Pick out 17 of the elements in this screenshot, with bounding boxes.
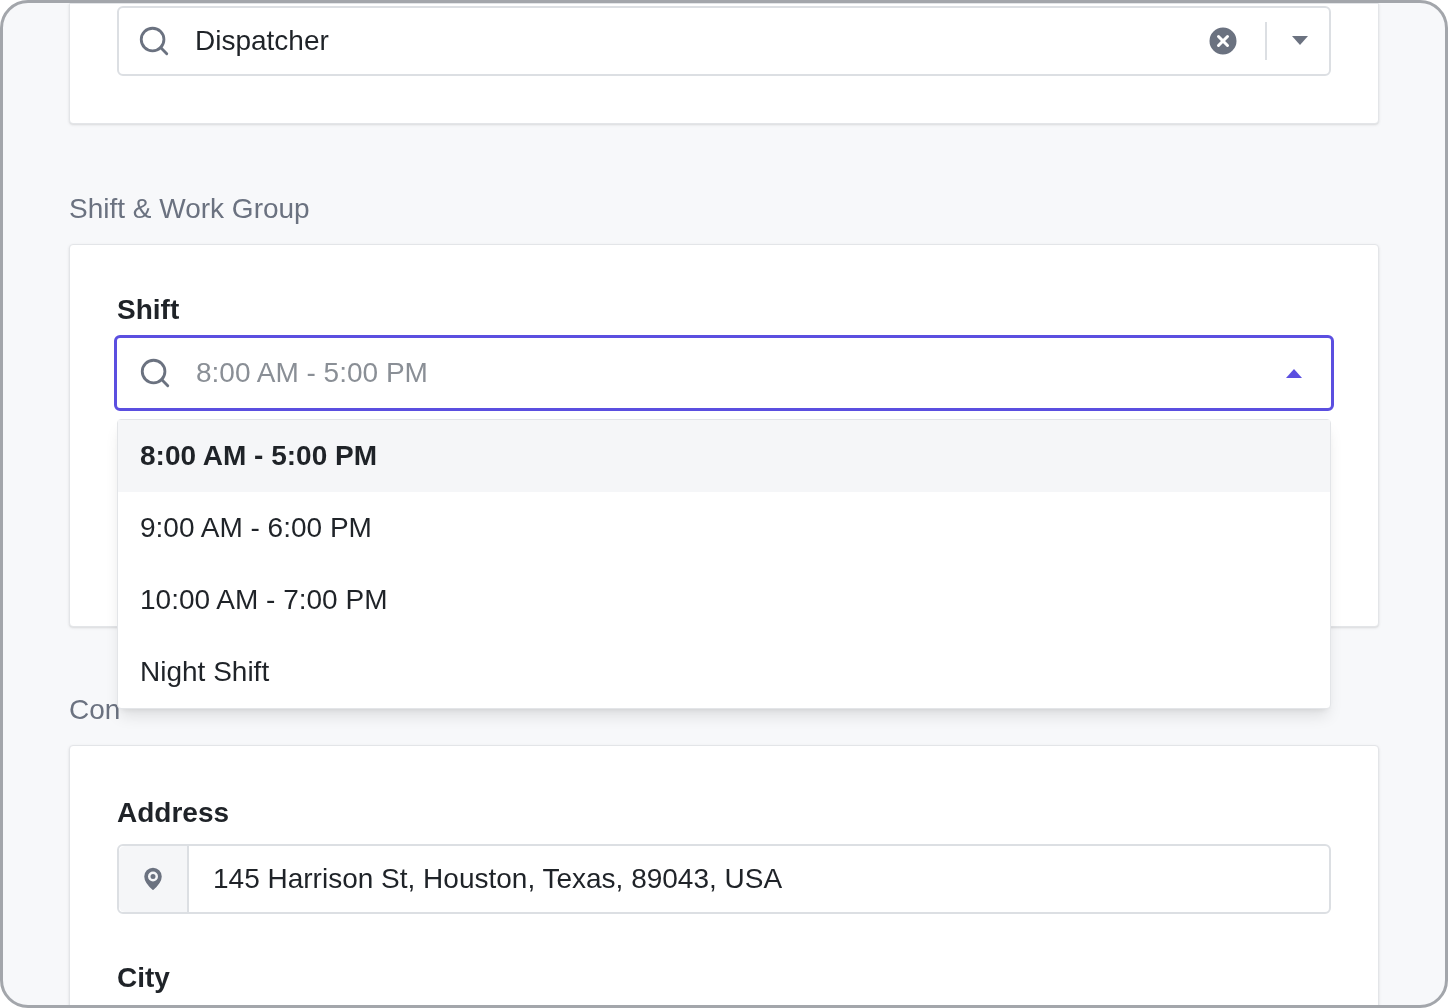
select-value: Dispatcher bbox=[195, 24, 330, 58]
dropdown-option[interactable]: 8:00 AM - 5:00 PM bbox=[118, 420, 1330, 492]
search-icon bbox=[138, 356, 172, 390]
search-icon bbox=[137, 24, 171, 58]
field-label: City bbox=[117, 962, 171, 994]
search-select-field[interactable]: 8:00 AM - 5:00 PM bbox=[114, 335, 1334, 411]
address-value: 145 Harrison St, Houston, Texas, 89043, USA bbox=[212, 862, 783, 896]
section-title: Shift & Work Group bbox=[69, 192, 311, 226]
search-input[interactable]: 8:00 AM - 5:00 PM bbox=[196, 352, 1261, 394]
caret-down-icon[interactable] bbox=[1291, 36, 1309, 46]
search-select-field[interactable]: Dispatcher bbox=[117, 6, 1331, 76]
dropdown-option[interactable]: 10:00 AM - 7:00 PM bbox=[118, 564, 1330, 636]
field-label: Address bbox=[117, 796, 231, 830]
dropdown-option[interactable]: 9:00 AM - 6:00 PM bbox=[118, 492, 1330, 564]
address-field[interactable]: 145 Harrison St, Houston, Texas, 89043, USA bbox=[117, 844, 1331, 914]
caret-up-icon[interactable] bbox=[1285, 368, 1303, 378]
field-label: Shift bbox=[117, 293, 181, 327]
